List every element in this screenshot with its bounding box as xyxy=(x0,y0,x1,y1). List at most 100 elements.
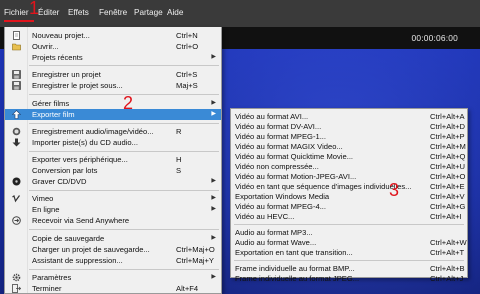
menu-item-export-film[interactable]: Exporter film ▶ xyxy=(5,109,221,120)
menu-item-import-cd[interactable]: Importer piste(s) du CD audio... xyxy=(5,137,221,148)
submenu-item-label: Vidéo au format MPEG-4... xyxy=(235,202,327,211)
submenu-item-motion-jpeg[interactable]: Vidéo au format Motion-JPEG-AVI... Ctrl+A… xyxy=(231,171,467,181)
shortcut-label: Ctrl+Alt+U xyxy=(430,162,466,171)
annotation-underline xyxy=(4,20,34,22)
menu-item-export-device[interactable]: Exporter vers périphérique... H xyxy=(5,154,221,165)
export-arrow-icon xyxy=(12,110,21,119)
submenu-item-hevc[interactable]: Vidéo au HEVC... Ctrl+Alt+I xyxy=(231,211,467,221)
save-as-icon xyxy=(12,81,21,90)
menu-partage[interactable]: Partage xyxy=(134,8,163,17)
submenu-item-label: Vidéo au format MPEG-1... xyxy=(235,132,327,141)
shortcut-label: Ctrl+Alt+I xyxy=(430,212,462,221)
chevron-right-icon: ▶ xyxy=(211,195,216,201)
chevron-right-icon: ▶ xyxy=(211,235,216,241)
chevron-right-icon: ▶ xyxy=(211,178,216,184)
menu-item-online[interactable]: En ligne ▶ xyxy=(5,204,221,215)
menu-separator xyxy=(29,269,219,270)
submenu-item-label: Vidéo au format Motion-JPEG-AVI... xyxy=(235,172,357,181)
menu-separator xyxy=(29,65,219,66)
shortcut-label: Ctrl+Alt+G xyxy=(430,202,466,211)
menu-item-record[interactable]: Enregistrement audio/image/vidéo... R xyxy=(5,126,221,137)
submenu-item-label: Audio au format Wave... xyxy=(235,238,317,247)
new-project-icon xyxy=(12,31,21,40)
menu-item-burn-disc[interactable]: Graver CD/DVD ▶ xyxy=(5,176,221,187)
menu-fichier[interactable]: Fichier xyxy=(4,8,29,17)
menu-fenetre[interactable]: Fenêtre xyxy=(99,8,127,17)
menu-separator xyxy=(29,151,219,152)
submenu-item-dv-avi[interactable]: Vidéo au format DV-AVI... Ctrl+Alt+D xyxy=(231,121,467,131)
chevron-right-icon: ▶ xyxy=(211,206,216,212)
submenu-item-windows-media[interactable]: Exportation Windows Media Ctrl+Alt+V xyxy=(231,191,467,201)
menu-item-vimeo[interactable]: Vimeo ▶ xyxy=(5,193,221,204)
send-anywhere-icon xyxy=(12,216,21,225)
menu-separator xyxy=(29,229,219,230)
submenu-item-avi[interactable]: Vidéo au format AVI... Ctrl+Alt+A xyxy=(231,111,467,121)
submenu-item-mp3[interactable]: Audio au format MP3... xyxy=(231,227,467,237)
chevron-right-icon: ▶ xyxy=(211,111,216,117)
shortcut-label: Ctrl+Alt+D xyxy=(430,122,466,131)
shortcut-label: Ctrl+Alt+V xyxy=(430,192,465,201)
submenu-item-label: Vidéo au HEVC... xyxy=(235,212,295,221)
import-cd-icon xyxy=(12,138,21,147)
submenu-item-magix-video[interactable]: Vidéo au format MAGIX Video... Ctrl+Alt+M xyxy=(231,141,467,151)
menu-item-new-project[interactable]: Nouveau projet... Ctrl+N xyxy=(5,30,221,41)
submenu-item-label: Vidéo au format DV-AVI... xyxy=(235,122,322,131)
submenu-item-bmp-frame[interactable]: Frame individuelle au format BMP... Ctrl+… xyxy=(231,263,467,273)
shortcut-label: Ctrl+Alt+A xyxy=(430,112,465,121)
menu-item-backup-copy[interactable]: Copie de sauvegarde ▶ xyxy=(5,233,221,244)
submenu-item-label: Vidéo au format MAGIX Video... xyxy=(235,142,343,151)
menu-item-settings[interactable]: Paramètres ▶ xyxy=(5,272,221,283)
file-menu: Nouveau projet... Ctrl+N Ouvrir... Ctrl+… xyxy=(4,27,222,294)
shortcut-label: Ctrl+Alt+O xyxy=(430,172,466,181)
submenu-item-wave[interactable]: Audio au format Wave... Ctrl+Alt+W xyxy=(231,237,467,247)
menu-effets[interactable]: Effets xyxy=(68,8,89,17)
vimeo-icon xyxy=(12,194,21,203)
annotation-step-2: 2 xyxy=(123,93,134,113)
menu-item-recent-projects[interactable]: Projets récents ▶ xyxy=(5,52,221,63)
submenu-item-jpeg-frame[interactable]: Frame individuelle au format JPEG... Ctrl… xyxy=(231,273,467,283)
submenu-item-transition[interactable]: Exportation en tant que transition... Ctr… xyxy=(231,247,467,257)
submenu-item-mpeg1[interactable]: Vidéo au format MPEG-1... Ctrl+Alt+P xyxy=(231,131,467,141)
shortcut-label: Ctrl+Alt+E xyxy=(430,182,465,191)
shortcut-label: Ctrl+Alt+M xyxy=(430,142,466,151)
menu-item-deletion-wizard[interactable]: Assistant de suppression... Ctrl+Maj+Y xyxy=(5,255,221,266)
submenu-item-label: Frame individuelle au format BMP... xyxy=(235,264,355,273)
chevron-right-icon: ▶ xyxy=(211,100,216,106)
submenu-separator xyxy=(234,224,464,225)
submenu-item-label: Audio au format MP3... xyxy=(235,228,313,237)
shortcut-label: Ctrl+Alt+J xyxy=(430,274,464,283)
menu-item-load-backup[interactable]: Charger un projet de sauvegarde... Ctrl+… xyxy=(5,244,221,255)
submenu-item-mpeg4[interactable]: Vidéo au format MPEG-4... Ctrl+Alt+G xyxy=(231,201,467,211)
menu-item-open[interactable]: Ouvrir... Ctrl+O xyxy=(5,41,221,52)
menu-item-send-anywhere[interactable]: Recevoir via Send Anywhere xyxy=(5,215,221,226)
menu-item-save-as[interactable]: Enregistrer le projet sous... Maj+S xyxy=(5,80,221,91)
menu-item-exit[interactable]: Terminer Alt+F4 xyxy=(5,283,221,294)
menu-separator xyxy=(29,190,219,191)
gear-icon xyxy=(12,273,21,282)
menu-editer[interactable]: Éditer xyxy=(38,8,59,17)
annotation-step-1: 1 xyxy=(29,0,40,18)
submenu-item-quicktime[interactable]: Vidéo au format Quicktime Movie... Ctrl+A… xyxy=(231,151,467,161)
menu-aide[interactable]: Aide xyxy=(167,8,183,17)
save-icon xyxy=(12,70,21,79)
menu-item-save[interactable]: Enregistrer un projet Ctrl+S xyxy=(5,69,221,80)
menu-separator xyxy=(29,123,219,124)
submenu-item-label: Vidéo au format AVI... xyxy=(235,112,309,121)
submenu-item-uncompressed[interactable]: Vidéo non compressée... Ctrl+Alt+U xyxy=(231,161,467,171)
menu-item-batch-conversion[interactable]: Conversion par lots S xyxy=(5,165,221,176)
submenu-item-label: Vidéo en tant que séquence d'images indi… xyxy=(235,182,412,191)
disc-icon xyxy=(12,177,21,186)
annotation-step-3: 3 xyxy=(389,180,400,200)
submenu-item-label: Exportation Windows Media xyxy=(235,192,330,201)
folder-icon xyxy=(12,42,21,51)
submenu-item-image-sequence[interactable]: Vidéo en tant que séquence d'images indi… xyxy=(231,181,467,191)
submenu-item-label: Vidéo au format Quicktime Movie... xyxy=(235,152,354,161)
menubar: Fichier Éditer Effets Fenêtre Partage Ai… xyxy=(0,0,480,27)
shortcut-label: Ctrl+Alt+W xyxy=(430,238,467,247)
submenu-item-label: Vidéo non compressée... xyxy=(235,162,319,171)
menu-item-manage-films[interactable]: Gérer films ▶ xyxy=(5,98,221,109)
shortcut-label: Ctrl+Alt+B xyxy=(430,264,465,273)
shortcut-label: Ctrl+Alt+Q xyxy=(430,152,466,161)
submenu-item-label: Frame individuelle au format JPEG... xyxy=(235,274,360,283)
export-film-submenu: Vidéo au format AVI... Ctrl+Alt+A Vidéo a… xyxy=(230,108,468,283)
